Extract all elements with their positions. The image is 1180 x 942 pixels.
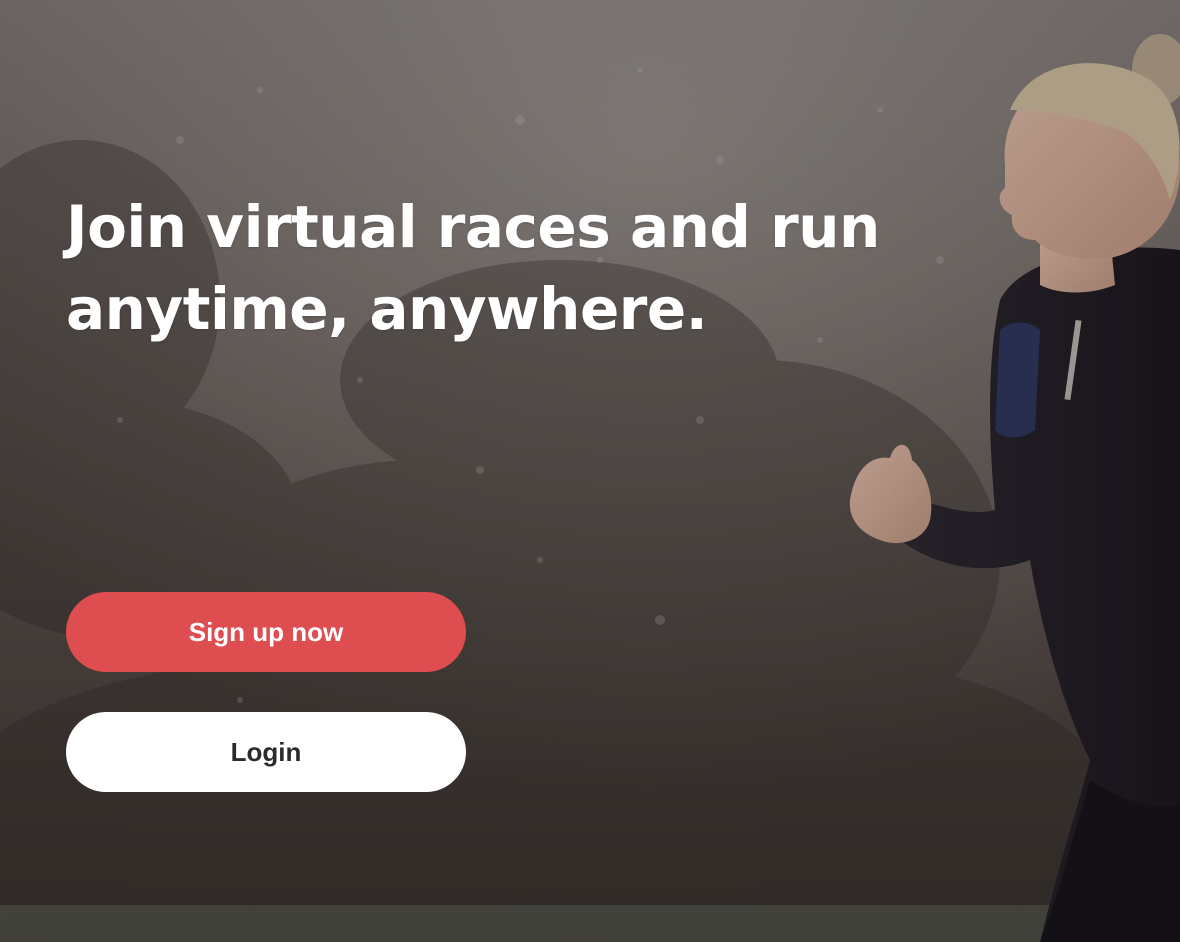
sign-up-button[interactable]: Sign up now — [66, 592, 466, 672]
hero-headline-line1: Join virtual races and run — [66, 193, 880, 261]
hero-headline-line2: anytime, anywhere. — [66, 275, 708, 343]
login-button[interactable]: Login — [66, 712, 466, 792]
hero-background-image — [0, 0, 1180, 942]
welcome-screen: Join virtual races and run anytime, anyw… — [0, 0, 1180, 942]
hero-headline: Join virtual races and run anytime, anyw… — [66, 186, 886, 350]
